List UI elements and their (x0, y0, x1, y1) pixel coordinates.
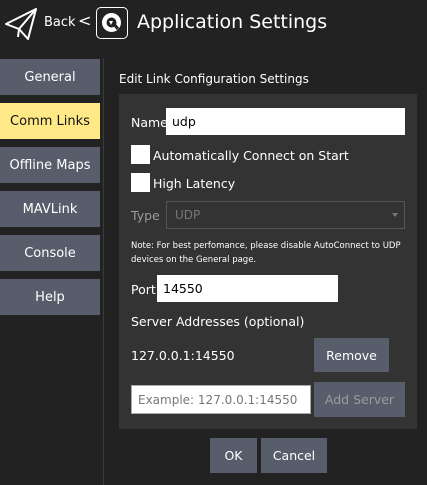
sidebar-item-label: Offline Maps (9, 157, 91, 173)
server-address-item: 127.0.0.1:14550 (131, 348, 235, 363)
sidebar-item-mavlink[interactable]: MAVLink (0, 191, 100, 227)
sidebar-item-console[interactable]: Console (0, 235, 100, 271)
type-select-value: UDP (175, 208, 201, 222)
sidebar-item-label: Console (24, 245, 76, 261)
high-latency-checkbox[interactable] (131, 173, 150, 192)
sidebar-item-label: General (24, 69, 76, 85)
ok-button-label: OK (224, 448, 243, 463)
section-title: Edit Link Configuration Settings (119, 72, 309, 86)
add-server-button[interactable]: Add Server (314, 382, 405, 417)
auto-connect-label: Automatically Connect on Start (153, 148, 349, 163)
sidebar-item-label: Help (35, 289, 65, 305)
port-field[interactable]: 14550 (157, 275, 338, 302)
remove-button[interactable]: Remove (314, 338, 389, 372)
sidebar-item-general[interactable]: General (0, 59, 100, 95)
back-label: Back (44, 15, 76, 30)
sidebar-item-comm-links[interactable]: Comm Links (0, 103, 100, 139)
page-title: Application Settings (137, 11, 328, 33)
cancel-button[interactable]: Cancel (261, 438, 327, 473)
sidebar-item-label: Comm Links (10, 113, 90, 129)
paper-plane-icon (4, 6, 38, 46)
sidebar-divider (103, 58, 104, 485)
sidebar-item-help[interactable]: Help (0, 279, 100, 315)
server-address-input[interactable]: Example: 127.0.0.1:14550 (131, 385, 311, 414)
add-server-button-label: Add Server (324, 392, 395, 407)
name-label: Name (131, 115, 168, 130)
qgc-logo-icon (96, 7, 128, 39)
chevron-down-icon (392, 213, 398, 217)
remove-button-label: Remove (326, 347, 377, 363)
server-addresses-label: Server Addresses (optional) (131, 314, 305, 329)
cancel-button-label: Cancel (272, 448, 316, 463)
port-label: Port (131, 282, 156, 297)
ok-button[interactable]: OK (210, 438, 257, 473)
name-field[interactable]: udp (166, 108, 405, 135)
sidebar-item-label: MAVLink (22, 201, 78, 217)
auto-connect-checkbox[interactable] (131, 145, 150, 164)
type-label: Type (131, 208, 160, 223)
high-latency-label: High Latency (153, 176, 236, 191)
server-address-placeholder: Example: 127.0.0.1:14550 (138, 392, 298, 407)
type-select[interactable]: UDP (166, 201, 405, 229)
back-chevron: < (78, 11, 92, 30)
port-value: 14550 (163, 281, 203, 296)
sidebar-item-offline-maps[interactable]: Offline Maps (0, 147, 100, 183)
name-value: udp (172, 114, 196, 129)
udp-note: Note: For best perfomance, please disabl… (131, 241, 401, 265)
header-bar: Back < Application Settings (0, 0, 427, 50)
back-button[interactable]: Back < (0, 0, 96, 48)
